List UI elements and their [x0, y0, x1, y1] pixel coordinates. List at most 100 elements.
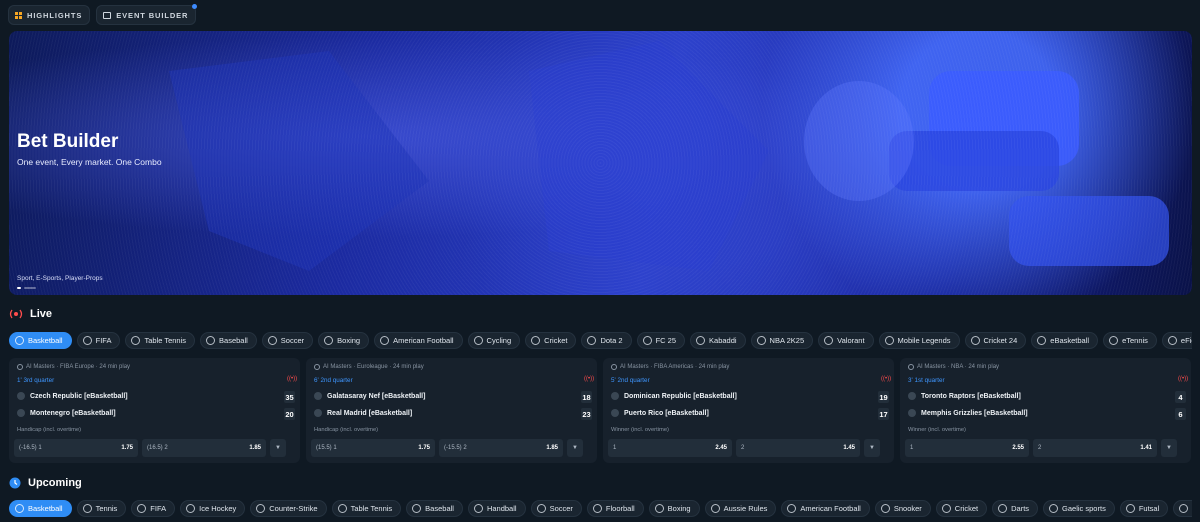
chevron-down-icon[interactable]: ▼: [864, 439, 880, 457]
chip-label: Snooker: [893, 504, 922, 513]
chip-etennis[interactable]: eTennis: [1103, 332, 1157, 349]
chip-label: Cricket 24: [983, 336, 1018, 345]
live-stream-icon[interactable]: ((•)): [287, 376, 297, 382]
chip-cricket-24[interactable]: Cricket 24: [964, 332, 1027, 349]
chip-counter-strike[interactable]: Counter-Strike: [250, 500, 327, 517]
chip-label: Tennis: [95, 504, 118, 513]
chip-dota-2[interactable]: Dota 2: [581, 332, 632, 349]
chip-cricket[interactable]: Cricket: [525, 332, 577, 349]
chip-label: Valorant: [837, 336, 865, 345]
score-away: 17: [878, 408, 889, 420]
event-card[interactable]: AI Masters · FIBA Europe · 24 min play 1'…: [9, 358, 300, 463]
cricket-icon: [531, 336, 541, 345]
chip-label: Gaelic sports: [1062, 504, 1106, 513]
efighting-icon: [1167, 336, 1177, 345]
ebasketball-icon: [1037, 336, 1047, 345]
chip-valorant[interactable]: Valorant: [818, 332, 874, 349]
odd-button-1[interactable]: 1 2.45: [608, 439, 732, 457]
chip-baseball[interactable]: Baseball: [406, 500, 463, 517]
team-home: Dominican Republic [eBasketball]: [611, 392, 737, 400]
chevron-down-icon[interactable]: ▼: [567, 439, 583, 457]
chip-rugby-league[interactable]: Rugby League: [1173, 500, 1192, 517]
chevron-down-icon[interactable]: ▼: [270, 439, 286, 457]
chevron-down-icon[interactable]: ▼: [1161, 439, 1177, 457]
live-stream-icon[interactable]: ((•)): [1178, 376, 1188, 382]
odd-value: 1.41: [1140, 445, 1152, 451]
chip-label: Soccer: [549, 504, 573, 513]
odd-label: (16.5) 2: [147, 445, 168, 451]
odd-button-2[interactable]: (-15.5) 2 1.85: [439, 439, 563, 457]
chip-label: eBasketball: [1050, 336, 1090, 345]
chip-tennis[interactable]: Tennis: [76, 500, 127, 517]
carousel-dot[interactable]: [24, 287, 36, 289]
baseball-icon: [412, 504, 422, 513]
calendar-icon: [103, 11, 112, 19]
chip-label: NBA 2K25: [769, 336, 805, 345]
league-text: AI Masters · FIBA Europe · 24 min play: [26, 364, 131, 370]
odd-button-2[interactable]: (16.5) 2 1.85: [142, 439, 266, 457]
odd-button-2[interactable]: 2 1.45: [736, 439, 860, 457]
event-card[interactable]: AI Masters · NBA · 24 min play 3' 1st qua…: [900, 358, 1191, 463]
chip-table-tennis[interactable]: Table Tennis: [125, 332, 196, 349]
boxing-icon: [324, 336, 334, 345]
chip-american-football[interactable]: American Football: [374, 332, 463, 349]
team-logo-icon: [908, 392, 916, 400]
carousel-dot[interactable]: [17, 287, 21, 289]
event-card[interactable]: AI Masters · FIBA Americas · 24 min play…: [603, 358, 894, 463]
chip-snooker[interactable]: Snooker: [874, 500, 931, 517]
chip-basketball[interactable]: Basketball: [9, 332, 72, 349]
chip-darts[interactable]: Darts: [992, 500, 1039, 517]
live-broadcast-icon: [9, 309, 23, 319]
odd-button-1[interactable]: 1 2.55: [905, 439, 1029, 457]
promo-banner[interactable]: Bet Builder One event, Every market. One…: [9, 31, 1192, 295]
odd-label: 1: [613, 445, 617, 451]
odd-button-1[interactable]: (15.5) 1 1.75: [311, 439, 435, 457]
chip-soccer[interactable]: Soccer: [261, 332, 314, 349]
odd-button-2[interactable]: 2 1.41: [1033, 439, 1157, 457]
chip-futsal[interactable]: Futsal: [1119, 500, 1169, 517]
chip-label: Cycling: [486, 336, 512, 345]
chip-mobile-legends[interactable]: Mobile Legends: [878, 332, 960, 349]
chip-aussie-rules[interactable]: Aussie Rules: [704, 500, 777, 517]
chip-fifa[interactable]: FIFA: [76, 332, 121, 349]
chip-cycling[interactable]: Cycling: [467, 332, 521, 349]
odd-value: 1.85: [546, 445, 558, 451]
chip-american-football[interactable]: American Football: [781, 500, 870, 517]
tab-event-builder[interactable]: EVENT BUILDER: [96, 4, 198, 25]
chip-fifa[interactable]: FIFA: [131, 500, 176, 517]
team-name: Galatasaray Nef [eBasketball]: [327, 392, 426, 400]
chip-ice-hockey[interactable]: Ice Hockey: [180, 500, 246, 517]
chip-efighting[interactable]: eFighting: [1161, 332, 1192, 349]
chip-label: Futsal: [1138, 504, 1160, 513]
chip-boxing[interactable]: Boxing: [648, 500, 700, 517]
tennis-icon: [82, 504, 92, 513]
dota-2-icon: [587, 336, 597, 345]
event-period: 1' 3rd quarter: [17, 377, 55, 384]
chip-kabaddi[interactable]: Kabaddi: [690, 332, 746, 349]
chip-gaelic-sports[interactable]: Gaelic sports: [1043, 500, 1115, 517]
kabaddi-icon: [696, 336, 706, 345]
chip-boxing[interactable]: Boxing: [318, 332, 370, 349]
event-card[interactable]: AI Masters · Euroleague · 24 min play 6' …: [306, 358, 597, 463]
nba-2k25-icon: [756, 336, 766, 345]
chip-table-tennis[interactable]: Table Tennis: [331, 500, 402, 517]
odd-button-1[interactable]: (-16.5) 1 1.75: [14, 439, 138, 457]
chip-basketball[interactable]: Basketball: [9, 500, 72, 517]
chip-ebasketball[interactable]: eBasketball: [1031, 332, 1099, 349]
team-name: Real Madrid [eBasketball]: [327, 409, 413, 417]
live-stream-icon[interactable]: ((•)): [584, 376, 594, 382]
chip-soccer[interactable]: Soccer: [530, 500, 582, 517]
chip-handball[interactable]: Handball: [467, 500, 526, 517]
chip-floorball[interactable]: Floorball: [586, 500, 644, 517]
event-period: 3' 1st quarter: [908, 377, 945, 384]
banner-artwork: [169, 41, 1169, 271]
chip-fc-25[interactable]: FC 25: [636, 332, 686, 349]
chip-cricket[interactable]: Cricket: [935, 500, 988, 517]
live-stream-icon[interactable]: ((•)): [881, 376, 891, 382]
event-league: AI Masters · NBA · 24 min play: [908, 364, 999, 370]
chip-nba-2k25[interactable]: NBA 2K25: [750, 332, 814, 349]
chip-baseball[interactable]: Baseball: [200, 332, 257, 349]
odd-value: 1.75: [418, 445, 430, 451]
odd-label: (-16.5) 1: [19, 445, 42, 451]
tab-highlights[interactable]: HIGHLIGHTS: [8, 5, 91, 25]
